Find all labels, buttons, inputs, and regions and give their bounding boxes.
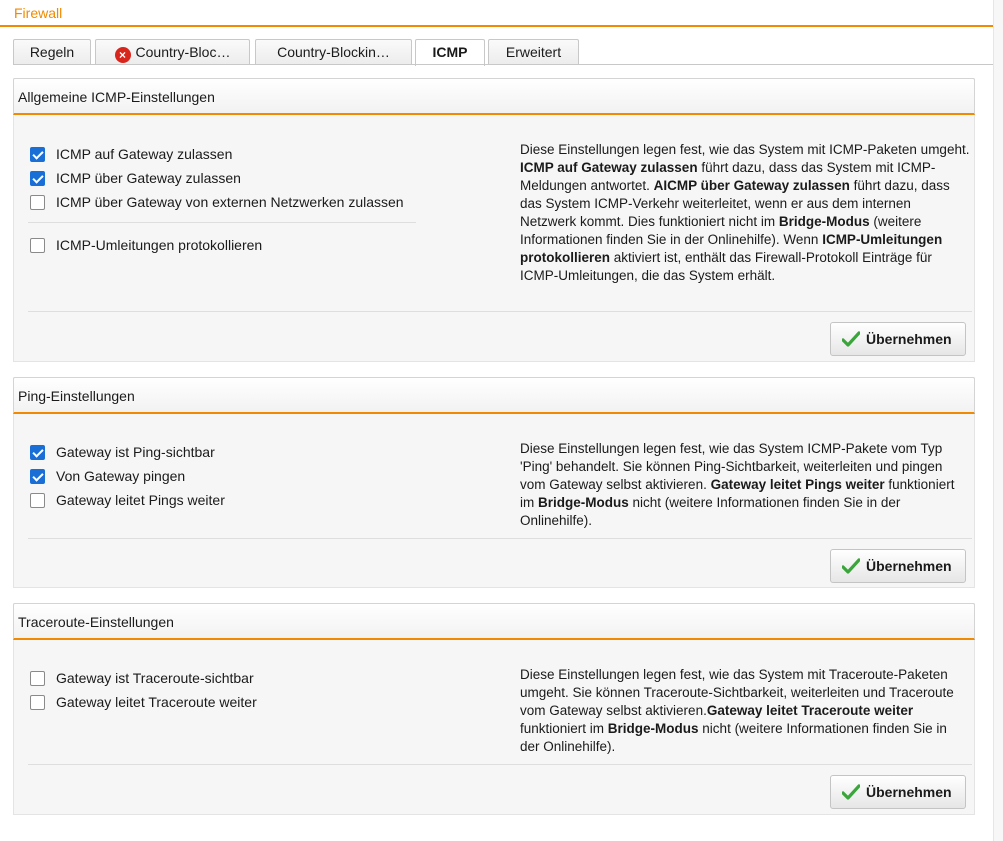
tab-label: Erweitert bbox=[505, 44, 562, 60]
tab-label: Country-Bloc… bbox=[135, 44, 231, 60]
page-title: Firewall bbox=[14, 5, 63, 21]
checkbox-unchecked[interactable] bbox=[30, 671, 45, 686]
option-label: ICMP über Gateway von externen Netzwerke… bbox=[56, 194, 404, 210]
traceroute-forward-checkbox[interactable]: Gateway leitet Traceroute weiter bbox=[30, 693, 257, 711]
panel-header: Traceroute-Einstellungen bbox=[13, 603, 975, 640]
ping-visible-checkbox[interactable]: Gateway ist Ping-sichtbar bbox=[30, 443, 215, 461]
panel-body: ICMP auf Gateway zulassen ICMP über Gate… bbox=[13, 115, 975, 362]
icmp-description: Diese Einstellungen legen fest, wie das … bbox=[520, 142, 970, 283]
tab-label: Country-Blockin… bbox=[277, 44, 390, 60]
panel-title: Allgemeine ICMP-Einstellungen bbox=[18, 89, 215, 105]
tab-label: ICMP bbox=[432, 44, 468, 60]
check-icon bbox=[842, 784, 860, 800]
checkbox-unchecked[interactable] bbox=[30, 195, 45, 210]
traceroute-settings-panel: Traceroute-Einstellungen Gateway ist Tra… bbox=[13, 603, 975, 815]
checkbox-unchecked[interactable] bbox=[30, 493, 45, 508]
checkbox-unchecked[interactable] bbox=[30, 238, 45, 253]
tab-country-blocking-2[interactable]: Country-Blockin… bbox=[255, 39, 412, 65]
check-icon bbox=[842, 331, 860, 347]
option-divider bbox=[28, 222, 416, 223]
option-label: Gateway leitet Pings weiter bbox=[56, 492, 225, 508]
option-label: Von Gateway pingen bbox=[56, 468, 186, 484]
section-divider bbox=[28, 764, 972, 765]
panel-body: Gateway ist Ping-sichtbar Von Gateway pi… bbox=[13, 414, 975, 588]
icmp-settings-panel: Allgemeine ICMP-Einstellungen ICMP auf G… bbox=[13, 78, 975, 362]
ping-forward-checkbox[interactable]: Gateway leitet Pings weiter bbox=[30, 491, 225, 509]
checkbox-unchecked[interactable] bbox=[30, 695, 45, 710]
apply-button[interactable]: Übernehmen bbox=[830, 775, 966, 809]
panel-title: Traceroute-Einstellungen bbox=[18, 614, 174, 630]
traceroute-description: Diese Einstellungen legen fest, wie das … bbox=[520, 667, 954, 754]
tab-regeln[interactable]: Regeln bbox=[13, 39, 91, 65]
tab-divider bbox=[13, 64, 993, 65]
traceroute-visible-checkbox[interactable]: Gateway ist Traceroute-sichtbar bbox=[30, 669, 254, 687]
icmp-external-checkbox[interactable]: ICMP über Gateway von externen Netzwerke… bbox=[30, 193, 404, 211]
error-x-icon: × bbox=[114, 47, 131, 63]
checkbox-checked[interactable] bbox=[30, 147, 45, 162]
ping-from-gateway-checkbox[interactable]: Von Gateway pingen bbox=[30, 467, 185, 485]
tab-erweitert[interactable]: Erweitert bbox=[488, 39, 579, 65]
icmp-through-gateway-checkbox[interactable]: ICMP über Gateway zulassen bbox=[30, 169, 241, 187]
option-label: Gateway leitet Traceroute weiter bbox=[56, 694, 257, 710]
tab-icmp[interactable]: ICMP bbox=[415, 39, 485, 66]
icmp-redirect-log-checkbox[interactable]: ICMP-Umleitungen protokollieren bbox=[30, 236, 262, 254]
panel-header: Allgemeine ICMP-Einstellungen bbox=[13, 78, 975, 115]
option-label: ICMP über Gateway zulassen bbox=[56, 170, 241, 186]
scrollbar[interactable] bbox=[993, 0, 1003, 841]
panel-header: Ping-Einstellungen bbox=[13, 377, 975, 414]
tab-country-blocking[interactable]: × Country-Bloc… bbox=[95, 39, 250, 65]
checkbox-checked[interactable] bbox=[30, 171, 45, 186]
section-divider bbox=[28, 311, 972, 312]
panel-body: Gateway ist Traceroute-sichtbar Gateway … bbox=[13, 640, 975, 815]
ping-description: Diese Einstellungen legen fest, wie das … bbox=[520, 441, 955, 528]
apply-label: Übernehmen bbox=[866, 784, 952, 800]
option-label: ICMP-Umleitungen protokollieren bbox=[56, 237, 263, 253]
checkbox-checked[interactable] bbox=[30, 445, 45, 460]
panel-title: Ping-Einstellungen bbox=[18, 388, 135, 404]
checkbox-checked[interactable] bbox=[30, 469, 45, 484]
app-header: Firewall bbox=[0, 0, 993, 27]
apply-button[interactable]: Übernehmen bbox=[830, 322, 966, 356]
ping-settings-panel: Ping-Einstellungen Gateway ist Ping-sich… bbox=[13, 377, 975, 588]
tab-label: Regeln bbox=[29, 44, 75, 60]
apply-button[interactable]: Übernehmen bbox=[830, 549, 966, 583]
icmp-on-gateway-checkbox[interactable]: ICMP auf Gateway zulassen bbox=[30, 145, 232, 163]
option-label: ICMP auf Gateway zulassen bbox=[56, 146, 233, 162]
check-icon bbox=[842, 558, 860, 574]
section-divider bbox=[28, 538, 972, 539]
tab-bar: Regeln × Country-Bloc… Country-Blockin… I… bbox=[13, 39, 993, 66]
apply-label: Übernehmen bbox=[866, 331, 952, 347]
option-label: Gateway ist Ping-sichtbar bbox=[56, 444, 215, 460]
apply-label: Übernehmen bbox=[866, 558, 952, 574]
option-label: Gateway ist Traceroute-sichtbar bbox=[56, 670, 254, 686]
